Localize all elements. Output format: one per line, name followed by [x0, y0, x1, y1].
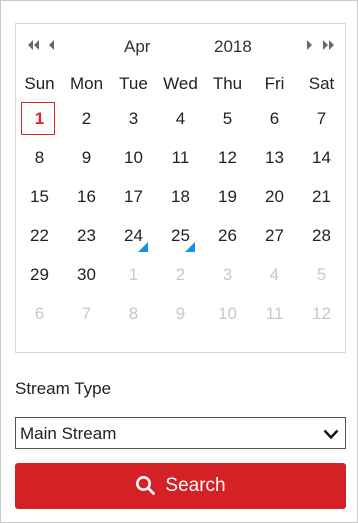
day-cell[interactable]: 6 [251, 99, 298, 138]
search-icon [135, 475, 156, 498]
day-cell[interactable]: 27 [251, 216, 298, 255]
week-row: 6 7 8 9 10 11 12 [16, 294, 345, 333]
day-cell[interactable]: 7 [298, 99, 345, 138]
day-cell[interactable]: 14 [298, 138, 345, 177]
week-row: 29 30 1 2 3 4 5 [16, 255, 345, 294]
day-cell-next-month[interactable]: 10 [204, 294, 251, 333]
stream-type-value: Main Stream [20, 424, 117, 443]
week-row: 1 2 3 4 5 6 7 [16, 99, 345, 138]
next-month-icon[interactable] [306, 35, 313, 55]
prev-month-icon[interactable] [48, 35, 55, 55]
weekday-mon: Mon [69, 74, 104, 93]
weekday-thu: Thu [212, 74, 243, 93]
weekday-sat: Sat [308, 74, 335, 93]
day-cell-with-recording[interactable]: 25 [157, 216, 204, 255]
next-year-icon[interactable] [322, 35, 336, 55]
calendar-header: Apr 2018 [16, 24, 345, 69]
day-cell[interactable]: 2 [63, 99, 110, 138]
day-cell[interactable]: 21 [298, 177, 345, 216]
calendar-grid: Sun Mon Tue Wed Thu Fri Sat 1 2 3 4 5 6 … [16, 69, 345, 333]
recording-marker-icon [138, 242, 148, 252]
chevron-down-icon [323, 427, 339, 445]
day-cell[interactable]: 9 [63, 138, 110, 177]
day-cell[interactable]: 12 [204, 138, 251, 177]
day-cell[interactable]: 4 [157, 99, 204, 138]
month-label[interactable]: Apr [124, 37, 150, 57]
weekday-fri: Fri [264, 74, 285, 93]
day-cell-next-month[interactable]: 3 [204, 255, 251, 294]
day-cell-next-month[interactable]: 2 [157, 255, 204, 294]
stream-type-label: Stream Type [15, 379, 112, 398]
day-cell[interactable]: 10 [110, 138, 157, 177]
weekday-header-row: Sun Mon Tue Wed Thu Fri Sat [16, 69, 345, 99]
day-cell-next-month[interactable]: 12 [298, 294, 345, 333]
day-cell[interactable]: 20 [251, 177, 298, 216]
search-button-label: Search [165, 475, 226, 496]
stream-type-select[interactable]: Main Stream [15, 417, 346, 449]
day-cell[interactable]: 16 [63, 177, 110, 216]
day-cell[interactable]: 30 [63, 255, 110, 294]
year-label[interactable]: 2018 [214, 37, 252, 57]
day-cell-next-month[interactable]: 7 [63, 294, 110, 333]
day-cell[interactable]: 19 [204, 177, 251, 216]
search-button[interactable]: Search [15, 463, 346, 509]
day-cell[interactable]: 13 [251, 138, 298, 177]
recording-marker-icon [185, 242, 195, 252]
prev-year-icon[interactable] [26, 35, 40, 55]
weekday-tue: Tue [119, 74, 148, 93]
day-cell[interactable]: 3 [110, 99, 157, 138]
week-row: 8 9 10 11 12 13 14 [16, 138, 345, 177]
date-picker-calendar: Apr 2018 Sun Mon Tue Wed Thu Fri Sat 1 2 [15, 23, 346, 353]
playback-panel: Apr 2018 Sun Mon Tue Wed Thu Fri Sat 1 2 [0, 0, 358, 523]
day-cell-with-recording[interactable]: 24 [110, 216, 157, 255]
selected-day-outline [21, 102, 55, 135]
day-cell[interactable]: 8 [16, 138, 63, 177]
day-cell[interactable]: 29 [16, 255, 63, 294]
day-cell-next-month[interactable]: 11 [251, 294, 298, 333]
day-cell-selected[interactable]: 1 [16, 99, 63, 138]
day-cell-next-month[interactable]: 1 [110, 255, 157, 294]
day-cell[interactable]: 5 [204, 99, 251, 138]
day-cell[interactable]: 26 [204, 216, 251, 255]
day-cell[interactable]: 23 [63, 216, 110, 255]
day-cell-next-month[interactable]: 4 [251, 255, 298, 294]
day-cell[interactable]: 22 [16, 216, 63, 255]
day-cell-next-month[interactable]: 9 [157, 294, 204, 333]
day-cell-next-month[interactable]: 5 [298, 255, 345, 294]
week-row: 15 16 17 18 19 20 21 [16, 177, 345, 216]
day-cell[interactable]: 15 [16, 177, 63, 216]
day-cell[interactable]: 17 [110, 177, 157, 216]
weekday-sun: Sun [24, 74, 55, 93]
week-row: 22 23 24 25 26 27 28 [16, 216, 345, 255]
day-cell[interactable]: 18 [157, 177, 204, 216]
day-cell-next-month[interactable]: 8 [110, 294, 157, 333]
weekday-wed: Wed [163, 74, 198, 93]
day-cell[interactable]: 28 [298, 216, 345, 255]
day-cell-next-month[interactable]: 6 [16, 294, 63, 333]
day-cell[interactable]: 11 [157, 138, 204, 177]
